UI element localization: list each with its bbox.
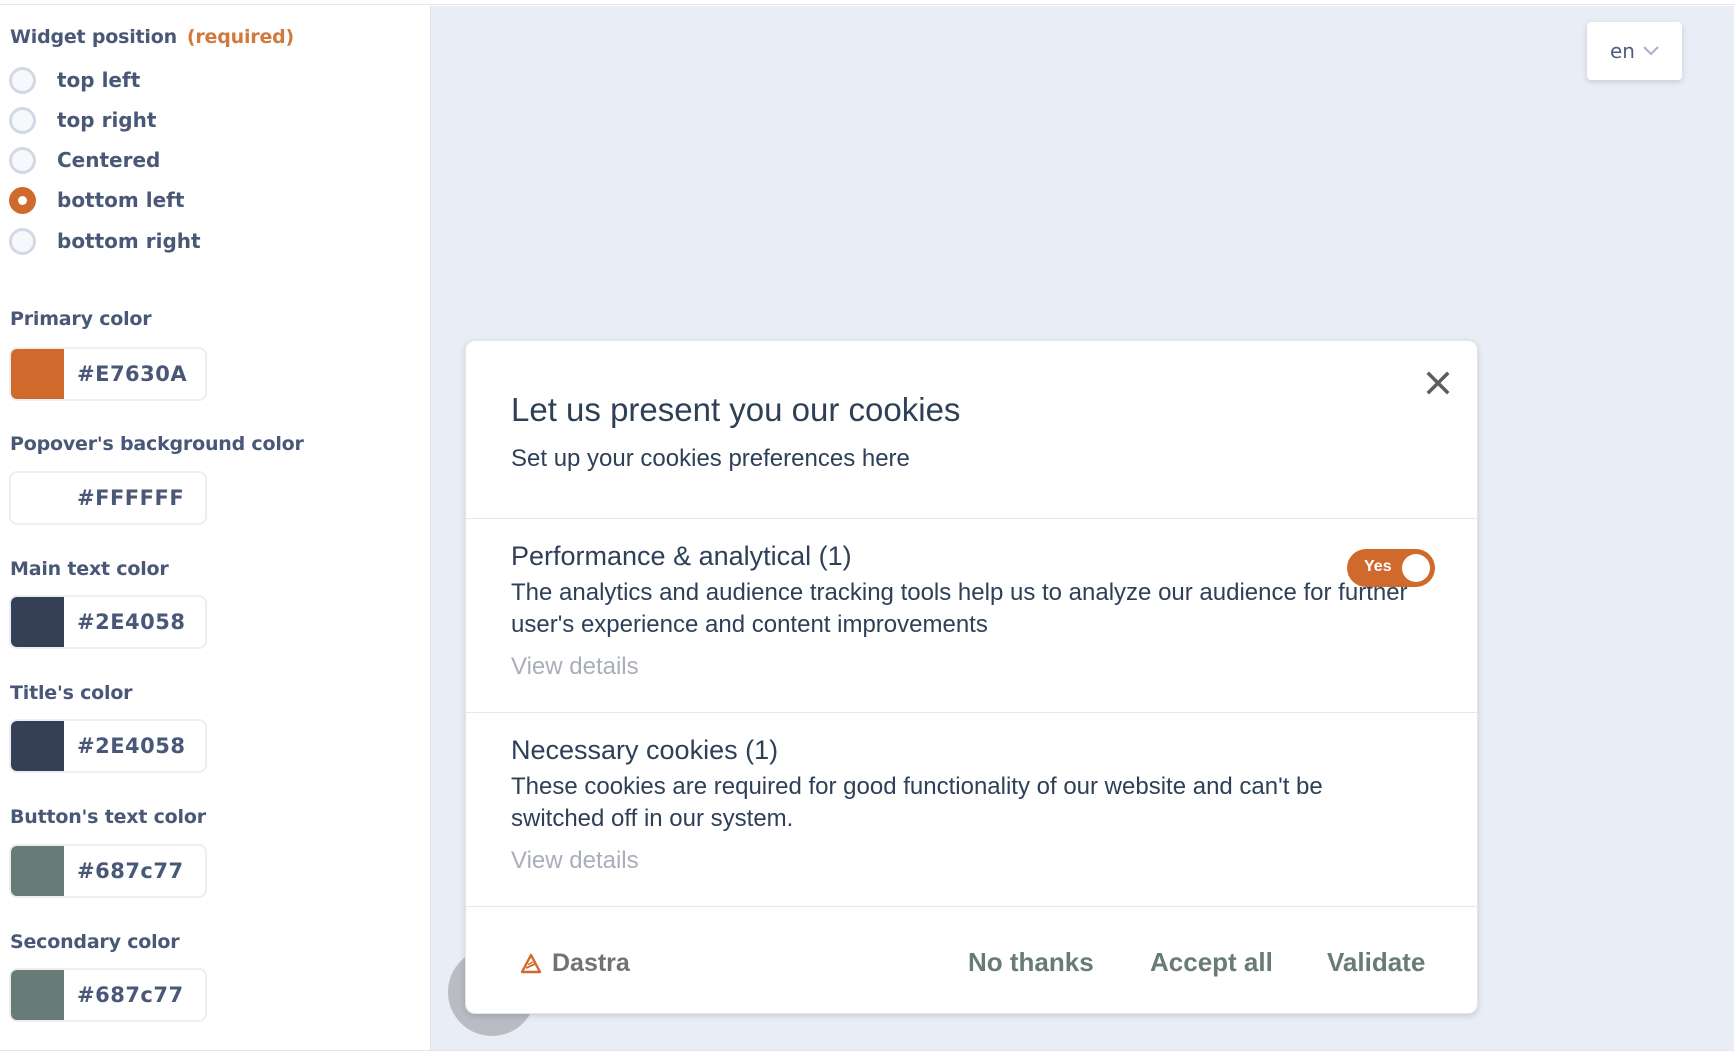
bottom-border [0,1050,1734,1058]
widget-position-title: Widget position [10,26,177,48]
radio-circle[interactable] [9,66,36,94]
language-value: en [1610,39,1635,63]
required-indicator: (required) [186,26,295,48]
radio-circle[interactable] [9,106,36,134]
radio-label: bottom right [57,229,201,253]
color-hex-value[interactable]: #2E4058 [77,734,186,758]
popover-bg-color-picker[interactable]: #FFFFFF [9,471,207,525]
category-title: Performance & analytical (1) [511,541,852,571]
consent-toggle[interactable]: Yes [1347,549,1435,587]
language-select[interactable]: en [1587,22,1682,80]
color-hex-value[interactable]: #687c77 [77,859,184,883]
secondary-color-picker[interactable]: #687c77 [9,968,207,1022]
no-thanks-button[interactable]: No thanks [968,947,1094,978]
settings-panel: Widget position (required) top left top r… [0,6,430,1050]
color-swatch[interactable] [11,597,64,647]
cookie-category-necessary: Necessary cookies (1) These cookies are … [466,712,1477,907]
color-swatch[interactable] [11,349,64,399]
toggle-knob [1402,554,1430,582]
color-hex-value[interactable]: #E7630A [77,362,187,386]
radio-label: top left [57,68,141,92]
accept-all-button[interactable]: Accept all [1150,947,1273,978]
primary-color-picker[interactable]: #E7630A [9,347,207,401]
radio-label: Centered [57,148,161,172]
color-swatch[interactable] [11,970,64,1020]
color-hex-value[interactable]: #687c77 [77,983,184,1007]
button-text-color-label: Button's text color [10,806,206,828]
radio-bottom-right[interactable]: bottom right [9,225,201,257]
category-title: Necessary cookies (1) [511,735,779,765]
modal-title: Let us present you our cookies [511,391,961,428]
category-description: The analytics and audience tracking tool… [511,579,1408,638]
radio-circle-checked[interactable] [9,186,36,214]
cookie-consent-modal: Let us present you our cookies Set up yo… [465,340,1478,1014]
secondary-color-label: Secondary color [10,931,180,953]
radio-top-left[interactable]: top left [9,64,140,96]
radio-label: bottom left [57,188,185,212]
view-details-link[interactable]: View details [511,653,639,681]
popover-bg-color-label: Popover's background color [10,433,304,455]
color-hex-value[interactable]: #FFFFFF [77,486,184,510]
radio-top-right[interactable]: top right [9,104,156,136]
title-color-label: Title's color [10,682,133,704]
view-details-link[interactable]: View details [511,847,639,875]
category-description: These cookies are required for good func… [511,773,1323,832]
radio-circle[interactable] [9,146,36,174]
modal-footer: Dastra No thanks Accept all Validate [466,906,1477,1013]
button-text-color-picker[interactable]: #687c77 [9,844,207,898]
color-swatch[interactable] [11,846,64,896]
radio-centered[interactable]: Centered [9,144,160,176]
color-swatch[interactable] [11,721,64,771]
top-border [0,0,1734,5]
cookie-category-performance: Performance & analytical (1) The analyti… [466,518,1477,713]
toggle-label: Yes [1364,558,1392,575]
brand-name: Dastra [552,949,630,977]
main-text-color-label: Main text color [10,558,169,580]
title-color-picker[interactable]: #2E4058 [9,719,207,773]
radio-bottom-left[interactable]: bottom left [9,184,184,216]
validate-button[interactable]: Validate [1327,947,1425,978]
chevron-down-icon [1643,46,1659,56]
radio-label: top right [57,108,157,132]
close-icon[interactable] [1422,367,1454,399]
brand-logo: Dastra [520,949,630,978]
dastra-logo-icon [520,953,542,973]
widget-position-label: Widget position (required) [10,26,294,48]
main-text-color-picker[interactable]: #2E4058 [9,595,207,649]
primary-color-label: Primary color [10,308,152,330]
modal-subtitle: Set up your cookies preferences here [511,445,910,472]
color-swatch[interactable] [11,473,64,523]
radio-circle[interactable] [9,227,36,255]
color-hex-value[interactable]: #2E4058 [77,610,186,634]
